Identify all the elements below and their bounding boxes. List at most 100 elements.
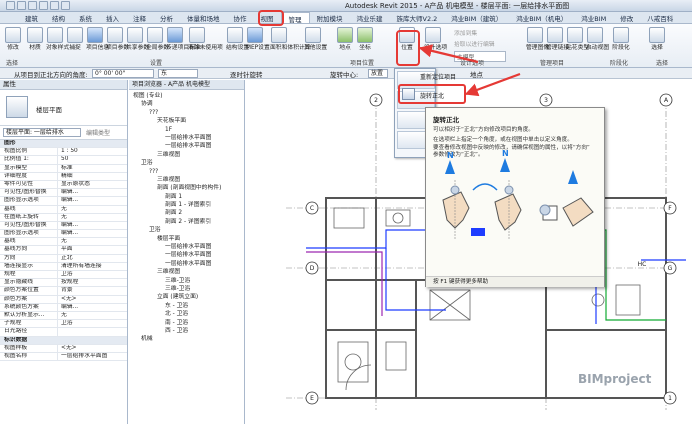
tab-7[interactable]: 协作 (227, 12, 254, 23)
tab-11[interactable]: 鸿业乐建 (350, 12, 390, 23)
browser-tree-item[interactable]: ??? (129, 168, 244, 176)
property-value[interactable]: 无 (58, 206, 127, 213)
browser-tree-item[interactable]: 一层给排水平面图 (129, 251, 244, 259)
property-value[interactable]: 精细 (58, 173, 127, 180)
browser-tree-item[interactable]: 楼层平面 (129, 235, 244, 243)
tab-16[interactable]: 修改 (613, 12, 640, 23)
tab-3[interactable]: 插入 (99, 12, 126, 23)
property-value[interactable]: 背景 (58, 287, 127, 294)
property-value[interactable]: 清理所有墙连接 (58, 263, 127, 270)
property-value[interactable]: <无> (58, 345, 127, 352)
ribbon-button-6[interactable]: 共享参数 (126, 27, 149, 52)
ribbon-button-2[interactable]: 对象样式 (46, 27, 69, 52)
property-value[interactable]: 无 (58, 312, 127, 319)
browser-tree-item[interactable]: 北 - 卫浴 (129, 310, 244, 318)
browser-tree-item[interactable]: 天花板平面 (129, 117, 244, 125)
tab-15[interactable]: 鸿业BIM (574, 12, 613, 23)
ribbon-button-14[interactable]: 地点 (336, 27, 354, 52)
property-value[interactable]: 卫浴 (58, 271, 127, 278)
ribbon-button-5[interactable]: 项目参数 (106, 27, 129, 52)
property-value[interactable]: 平面 (58, 246, 127, 253)
ribbon-button-3[interactable]: 捕捉 (66, 27, 84, 52)
ribbon-button-1[interactable]: 材质 (26, 27, 44, 52)
redo-icon[interactable] (39, 1, 48, 10)
tab-0[interactable]: 建筑 (18, 12, 45, 23)
browser-tree-item[interactable]: 南 - 卫浴 (129, 319, 244, 327)
ribbon-button-9[interactable]: 清除未使用项 (188, 27, 223, 52)
ribbon-button-8[interactable]: 传递项目标准 (166, 27, 201, 52)
tab-4[interactable]: 注释 (126, 12, 153, 23)
pick-to-edit-item[interactable]: 拾取以进行编辑 (454, 39, 495, 48)
browser-tree-item[interactable]: 剖面 1 (129, 193, 244, 201)
browser-tree-item[interactable]: 机械 (129, 335, 244, 343)
ribbon-button-0[interactable]: 修改 (4, 27, 22, 52)
property-value[interactable]: 一层给排水平面图 (58, 353, 127, 360)
ribbon-button-15[interactable]: 坐标 (356, 27, 374, 52)
browser-tree-item[interactable]: 剖面 (剖面视图中的构件) (129, 184, 244, 192)
ribbon-button-7[interactable]: 全局参数 (146, 27, 169, 52)
tab-5[interactable]: 分析 (153, 12, 180, 23)
add-to-set-item[interactable]: 添加到集 (454, 28, 477, 37)
browser-tree-item[interactable]: 剖面 2 - 详图索引 (129, 218, 244, 226)
ribbon-button-21[interactable]: 启动视图 (586, 27, 609, 52)
ribbon-button-12[interactable]: 面积和体积计算 (270, 27, 311, 52)
property-value[interactable] (58, 328, 127, 335)
browser-tree-item[interactable]: 一层给排水平面图 (129, 142, 244, 150)
instance-filter-select[interactable]: 楼层平面: 一层给排水 (3, 128, 81, 137)
tab-6[interactable]: 体量和场地 (180, 12, 227, 23)
tab-9[interactable]: 管理 (280, 12, 310, 24)
ribbon-button-10[interactable]: 结构设置 (226, 27, 249, 52)
property-value[interactable]: 正北 (58, 255, 127, 262)
property-value[interactable]: 显示原状态 (58, 181, 127, 188)
ribbon-button-23[interactable]: 选择 (648, 27, 666, 52)
browser-tree-item[interactable]: 立面 (建筑立面) (129, 293, 244, 301)
property-value[interactable]: 编辑... (58, 189, 127, 196)
tab-14[interactable]: 鸿业BIM（机电） (509, 12, 574, 23)
property-value[interactable]: 无 (58, 238, 127, 245)
browser-tree-item[interactable]: 协调 (129, 100, 244, 108)
ribbon-button-4[interactable]: 项目信息 (86, 27, 109, 52)
browser-tree-item[interactable]: 剖面 2 (129, 209, 244, 217)
measure-icon[interactable] (61, 1, 70, 10)
ribbon-button-18[interactable]: 管理图像 (526, 27, 549, 52)
edit-type-button[interactable]: 编辑类型 (86, 128, 110, 137)
ribbon-button-20[interactable]: 贴花类型 (566, 27, 589, 52)
browser-tree-item[interactable]: 三维视图 (129, 176, 244, 184)
property-value[interactable]: 编辑... (58, 304, 127, 311)
browser-tree-item[interactable]: 一层给排水平面图 (129, 134, 244, 142)
browser-tree-item[interactable]: 卫浴 (129, 226, 244, 234)
browser-tree-item[interactable]: 三维视图 (129, 151, 244, 159)
ribbon-button-11[interactable]: MEP设置 (246, 27, 270, 52)
print-icon[interactable] (50, 1, 59, 10)
browser-tree-item[interactable]: 一层给排水平面图 (129, 243, 244, 251)
direction-select[interactable]: 东 (158, 69, 198, 78)
browser-tree-item[interactable]: 视图 (专业) (129, 92, 244, 100)
property-value[interactable]: 编辑... (58, 197, 127, 204)
property-section[interactable]: 图形 (0, 140, 127, 149)
tab-17[interactable]: 八戒百科 (640, 12, 680, 23)
rotate-true-north-label[interactable]: 旋转正北 (420, 91, 444, 100)
property-value[interactable]: 1 : 50 (58, 148, 127, 155)
ribbon-button-17[interactable]: 设计选项 (424, 27, 447, 52)
property-value[interactable]: 无 (58, 214, 127, 221)
ribbon-button-13[interactable]: 其他设置 (304, 27, 327, 52)
property-value[interactable]: 标准 (58, 165, 127, 172)
save-icon[interactable] (17, 1, 26, 10)
tab-12[interactable]: 族库大师V2.2 (390, 12, 445, 23)
north-angle-input[interactable]: 0° 00' 00" (92, 69, 154, 78)
property-value[interactable]: 按规程 (58, 279, 127, 286)
browser-tree-item[interactable]: ??? (129, 109, 244, 117)
browser-tree-item[interactable]: 西 - 卫浴 (129, 327, 244, 335)
browser-tree-item[interactable]: 剖面 1 - 详图索引 (129, 201, 244, 209)
place-button[interactable]: 放置 (368, 69, 388, 78)
browser-tree-item[interactable]: 三维-卫浴 (129, 285, 244, 293)
type-selector[interactable]: 楼层平面 (0, 90, 127, 126)
browser-tree-item[interactable]: 三维-卫浴 (129, 277, 244, 285)
browser-tree-item[interactable]: 东 - 卫浴 (129, 302, 244, 310)
tab-1[interactable]: 结构 (45, 12, 72, 23)
property-section[interactable]: 标识数据 (0, 336, 127, 345)
property-value[interactable]: 编辑... (58, 230, 127, 237)
browser-tree-item[interactable]: 卫浴 (129, 159, 244, 167)
ribbon-button-22[interactable]: 阶段化 (612, 27, 630, 52)
open-icon[interactable] (6, 1, 15, 10)
